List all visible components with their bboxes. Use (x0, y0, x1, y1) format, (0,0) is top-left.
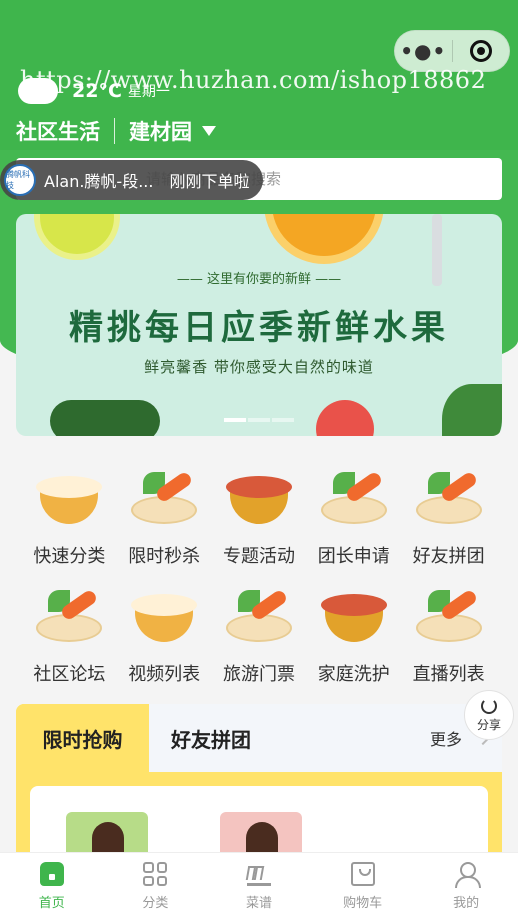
community-label: 社区生活 (16, 120, 100, 144)
buns-icon (129, 588, 199, 646)
home-icon (39, 862, 64, 886)
toast-user: Alan.腾帆-段... (44, 172, 154, 191)
carousel-dot[interactable] (224, 418, 246, 422)
avatar: 腾帆科技 (4, 164, 36, 196)
category-label: 旅游门票 (222, 664, 295, 685)
tab-cart[interactable]: 购物车 (311, 853, 415, 920)
category-label: 限时秒杀 (128, 546, 201, 567)
soup-icon (319, 588, 389, 646)
vegetable-icon (224, 588, 294, 646)
category-label: 直播列表 (412, 664, 485, 685)
lemon-illustration (34, 214, 120, 260)
apple-illustration (316, 400, 374, 436)
store-name: 建材园 (129, 120, 192, 144)
caret-down-icon (202, 126, 216, 136)
tab-flash-sale[interactable]: 限时抢购 (16, 704, 149, 772)
category-item[interactable]: 团长申请 (306, 470, 401, 568)
buns-icon (34, 470, 104, 528)
tab-home[interactable]: 首页 (0, 853, 104, 920)
tab-label: 我的 (453, 896, 480, 911)
banner-carousel[interactable]: —— 这里有你要的新鲜 —— 精挑每日应季新鲜水果 鲜亮馨香 带你感受大自然的味… (16, 214, 502, 436)
category-label: 专题活动 (222, 546, 295, 567)
category-item[interactable]: 社区论坛 (22, 588, 117, 686)
vegetable-icon (129, 470, 199, 528)
share-icon (481, 697, 497, 714)
zucchini-illustration (50, 400, 160, 436)
close-target-icon[interactable] (452, 40, 509, 62)
vegetable-icon (319, 470, 389, 528)
cart-icon (350, 862, 375, 886)
category-label: 视频列表 (128, 664, 201, 685)
banner-subline: —— 这里有你要的新鲜 —— (176, 272, 342, 287)
tab-recipes[interactable]: 菜谱 (207, 853, 311, 920)
category-item[interactable]: 好友拼团 (401, 470, 496, 568)
category-grid: 快速分类 限时秒杀 专题活动 团长申请 好友拼团 社区论坛 视频列表 旅游门票 … (22, 470, 496, 686)
category-label: 社区论坛 (33, 664, 106, 685)
category-item[interactable]: 视频列表 (117, 588, 212, 686)
watermark-url: https://www.huzhan.com/ishop18862 (20, 66, 487, 94)
more-icon[interactable]: •●• (395, 39, 452, 63)
carousel-dot[interactable] (272, 418, 294, 422)
leaf-illustration (442, 384, 502, 436)
tab-label: 首页 (38, 896, 65, 911)
vegetable-icon (414, 588, 484, 646)
vegetable-icon (34, 588, 104, 646)
order-toast: 腾帆科技 Alan.腾帆-段... 刚刚下单啦 (0, 160, 264, 200)
category-item[interactable]: 直播列表 (401, 588, 496, 686)
more-link[interactable]: 更多 (430, 726, 462, 750)
tab-label: 菜谱 (245, 896, 272, 911)
banner-tagline: 鲜亮馨香 带你感受大自然的味道 (144, 358, 374, 376)
category-label: 团长申请 (317, 546, 390, 567)
share-label: 分享 (476, 717, 501, 732)
category-grid-icon (143, 862, 168, 886)
share-button[interactable]: 分享 (464, 690, 514, 740)
banner-headline: 精挑每日应季新鲜水果 (69, 308, 449, 348)
tab-category[interactable]: 分类 (104, 853, 208, 920)
toast-message: 刚刚下单啦 (169, 172, 250, 191)
promo-section: 限时抢购 好友拼团 更多 (16, 704, 502, 892)
category-item[interactable]: 限时秒杀 (117, 470, 212, 568)
user-icon (454, 862, 482, 888)
tab-label: 分类 (142, 896, 169, 911)
tab-label: 购物车 (343, 896, 383, 911)
category-label: 快速分类 (33, 546, 106, 567)
carousel-indicator (224, 418, 294, 422)
carousel-dot[interactable] (248, 418, 270, 422)
tab-group-buy-label: 好友拼团 (171, 727, 251, 752)
vegetable-icon (414, 470, 484, 528)
tab-group-buy[interactable]: 好友拼团 更多 (149, 704, 502, 772)
bottom-tab-bar: 首页 分类 菜谱 购物车 我的 (0, 852, 518, 920)
category-label: 好友拼团 (412, 546, 485, 567)
category-label: 家庭洗护 (317, 664, 390, 685)
category-item[interactable]: 旅游门票 (212, 588, 307, 686)
category-item[interactable]: 家庭洗护 (306, 588, 401, 686)
crown-icon (245, 862, 271, 886)
category-item[interactable]: 专题活动 (212, 470, 307, 568)
tab-profile[interactable]: 我的 (414, 853, 518, 920)
soup-icon (224, 470, 294, 528)
orange-illustration (264, 214, 384, 264)
category-item[interactable]: 快速分类 (22, 470, 117, 568)
location-selector[interactable]: 社区生活 建材园 (16, 116, 216, 146)
location-divider (114, 118, 115, 144)
